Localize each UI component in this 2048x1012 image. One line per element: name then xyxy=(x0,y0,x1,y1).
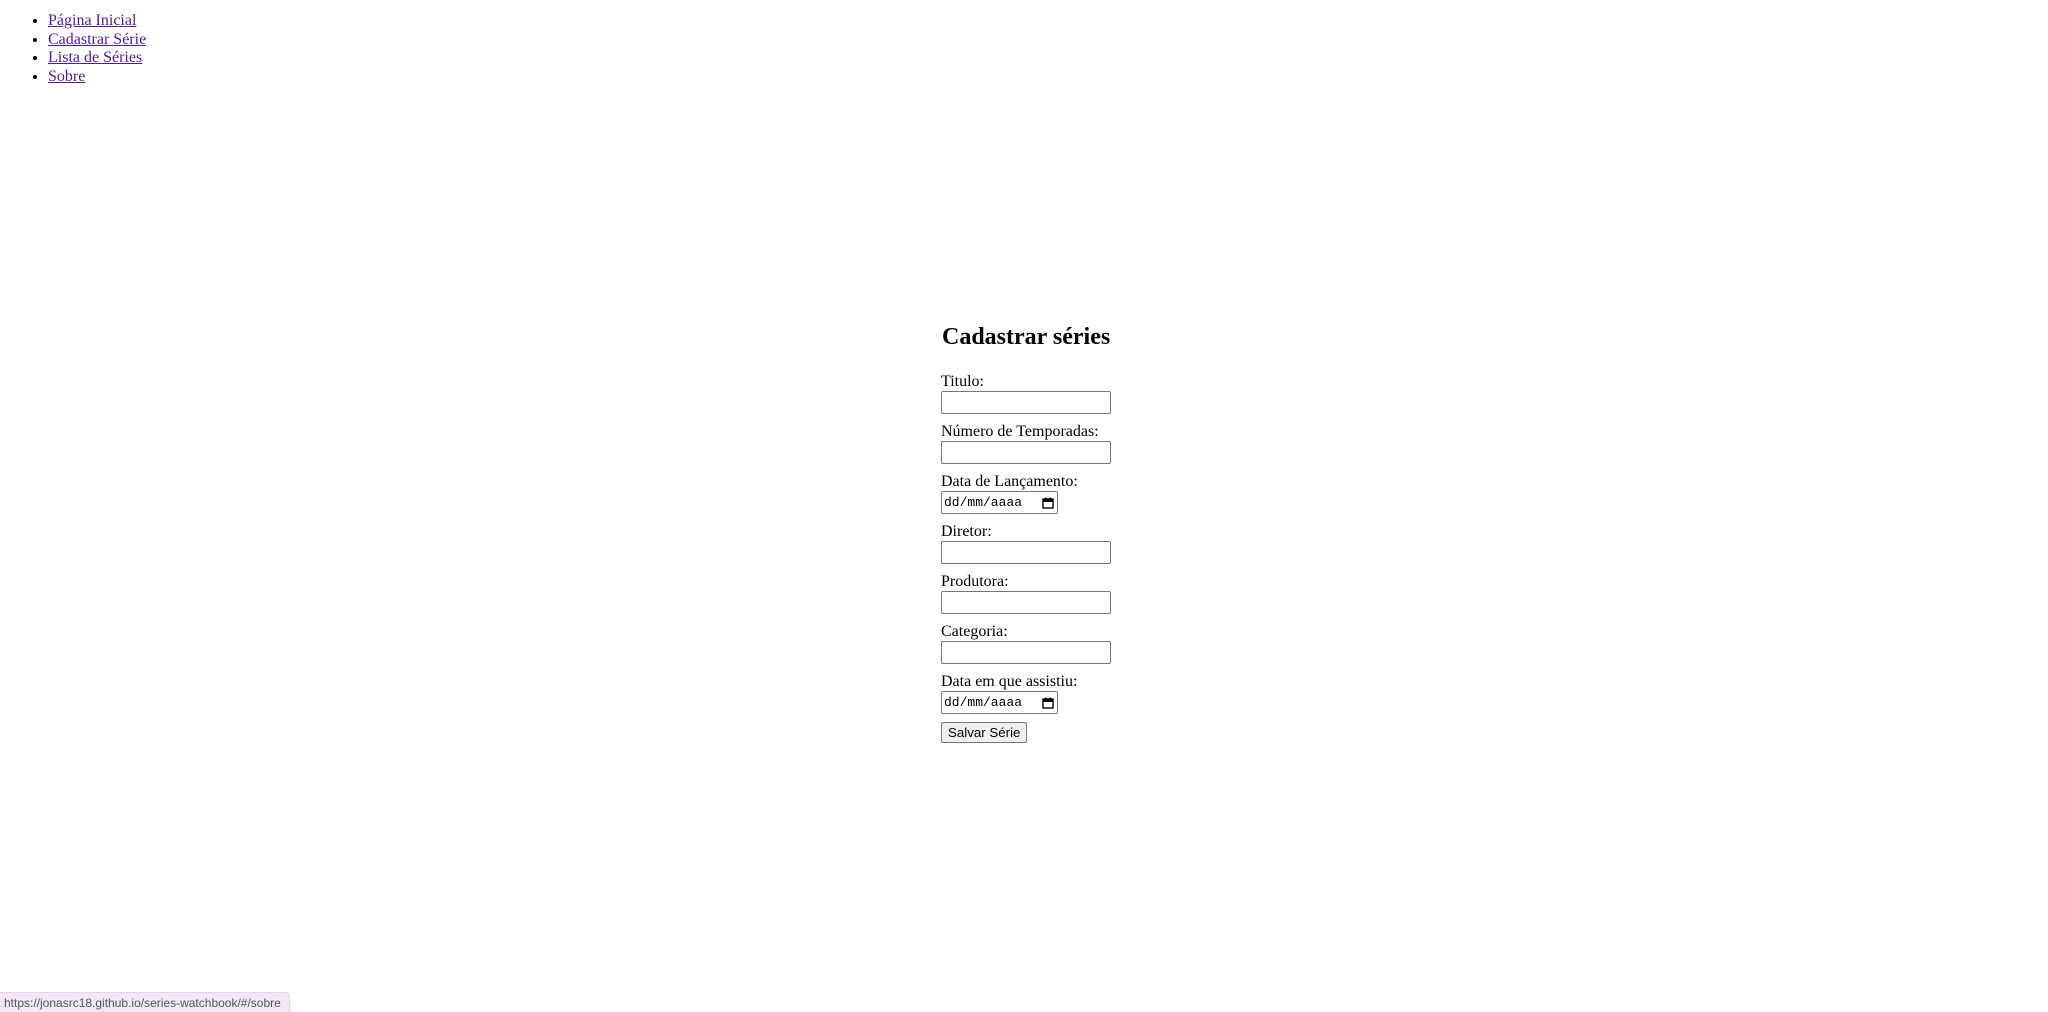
temporadas-input[interactable] xyxy=(941,441,1111,464)
main-nav: Página Inicial Cadastrar Série Lista de … xyxy=(0,12,146,86)
categoria-input[interactable] xyxy=(941,641,1111,664)
field-assistiu: Data em que assistiu: dd/mm/aaaa xyxy=(941,672,1141,714)
nav-link-cadastrar[interactable]: Cadastrar Série xyxy=(48,31,146,48)
produtora-label: Produtora: xyxy=(941,573,1009,590)
diretor-label: Diretor: xyxy=(941,523,992,540)
nav-item-sobre: Sobre xyxy=(48,68,146,87)
nav-item-home: Página Inicial xyxy=(48,12,146,31)
nav-link-lista[interactable]: Lista de Séries xyxy=(48,49,142,66)
nav-item-cadastrar: Cadastrar Série xyxy=(48,31,146,50)
nav-item-lista: Lista de Séries xyxy=(48,49,146,68)
assistiu-label: Data em que assistiu: xyxy=(941,673,1078,690)
field-produtora: Produtora: xyxy=(941,572,1141,614)
status-bar-link-preview: https://jonasrc18.github.io/series-watch… xyxy=(0,992,290,1012)
field-categoria: Categoria: xyxy=(941,622,1141,664)
nav-link-sobre[interactable]: Sobre xyxy=(48,68,85,85)
calendar-icon[interactable] xyxy=(1042,697,1054,709)
categoria-label: Categoria: xyxy=(941,623,1008,640)
diretor-input[interactable] xyxy=(941,541,1111,564)
temporadas-label: Número de Temporadas: xyxy=(941,423,1099,440)
field-diretor: Diretor: xyxy=(941,522,1141,564)
lancamento-date-input[interactable]: dd/mm/aaaa xyxy=(941,491,1058,514)
lancamento-label: Data de Lançamento: xyxy=(941,473,1078,490)
save-series-button[interactable]: Salvar Série xyxy=(941,722,1028,743)
field-titulo: Titulo: xyxy=(941,372,1141,414)
assistiu-date-placeholder: dd/mm/aaaa xyxy=(944,695,1023,710)
titulo-label: Titulo: xyxy=(941,373,984,390)
field-temporadas: Número de Temporadas: xyxy=(941,422,1141,464)
form-title: Cadastrar séries xyxy=(942,324,1111,350)
produtora-input[interactable] xyxy=(941,591,1111,614)
field-lancamento: Data de Lançamento: dd/mm/aaaa xyxy=(941,472,1141,514)
lancamento-date-placeholder: dd/mm/aaaa xyxy=(944,495,1023,510)
calendar-icon[interactable] xyxy=(1042,497,1054,509)
nav-link-home[interactable]: Página Inicial xyxy=(48,12,136,29)
assistiu-date-input[interactable]: dd/mm/aaaa xyxy=(941,691,1058,714)
page: Página Inicial Cadastrar Série Lista de … xyxy=(0,0,2048,1012)
titulo-input[interactable] xyxy=(941,391,1111,414)
series-form: Cadastrar séries Titulo: Número de Tempo… xyxy=(941,318,1141,743)
